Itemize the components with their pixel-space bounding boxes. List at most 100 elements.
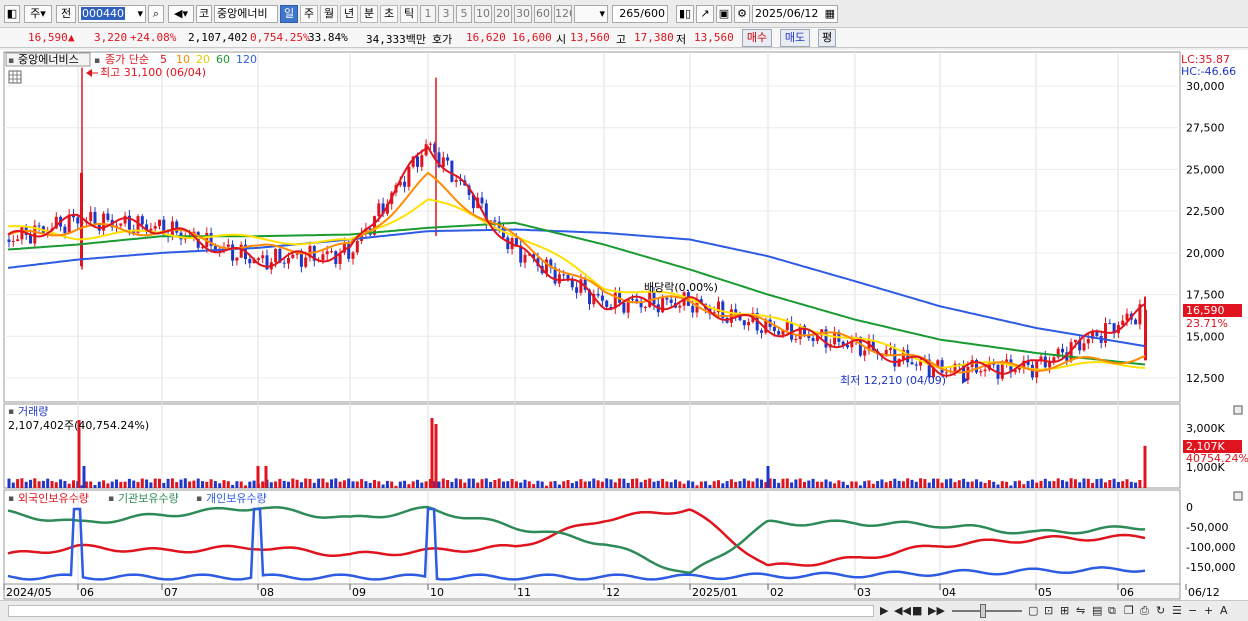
volume-bar xyxy=(1069,478,1073,488)
zoom-slider[interactable] xyxy=(952,610,1022,612)
interval-5[interactable]: 5 xyxy=(456,5,472,23)
holding-menu-icon[interactable]: ▪ xyxy=(8,494,14,504)
period-month[interactable]: 월 xyxy=(320,5,338,23)
config-icon[interactable]: ☰ xyxy=(1172,604,1182,618)
candle-body xyxy=(480,197,484,204)
buy-button[interactable]: 매수 xyxy=(742,29,772,47)
count-input[interactable]: 265/600 xyxy=(612,5,668,23)
candle-body xyxy=(351,252,355,259)
view-icon[interactable]: ▢ xyxy=(1028,604,1038,618)
zoom-reset-icon[interactable]: ⊡ xyxy=(1044,604,1053,618)
candle-body xyxy=(966,367,970,380)
gear-icon[interactable]: ⚙ xyxy=(734,5,750,23)
candle-body xyxy=(330,251,333,253)
interval-30[interactable]: 30 xyxy=(514,5,532,23)
stock-code-input[interactable]: 000440 ▾ xyxy=(78,5,146,23)
rewind-icon[interactable]: ◀◀ xyxy=(894,604,911,618)
volume-bar xyxy=(850,481,854,488)
zoom-slider-thumb[interactable] xyxy=(980,604,986,618)
window-menu-icon[interactable]: ◧ xyxy=(4,5,20,23)
copy-icon[interactable]: ❐ xyxy=(1124,604,1134,618)
panel-menu-icon[interactable]: ▪ xyxy=(8,56,14,66)
price-tick-label: 30,000 xyxy=(1186,80,1225,93)
volume-bar xyxy=(858,485,862,488)
refresh-icon[interactable]: ↻ xyxy=(1156,604,1165,618)
candle-body xyxy=(910,362,914,365)
split-icon[interactable]: ⇋ xyxy=(1076,604,1085,618)
period-year[interactable]: 년 xyxy=(340,5,358,23)
volume-spike-bar xyxy=(766,466,770,488)
scroll-right-icon[interactable]: ▶ xyxy=(880,604,888,618)
prev-stock-button[interactable]: 전 xyxy=(56,5,76,23)
interval-20[interactable]: 20 xyxy=(494,5,512,23)
volume-bar xyxy=(738,481,742,488)
chart-area[interactable]: 중앙에너비스 ▪ ▪ 종가 단순 5 10 20 60 120 최고 31,10… xyxy=(0,50,1248,600)
crosshair-icon[interactable]: ⊞ xyxy=(1060,604,1069,618)
period-minute[interactable]: 분 xyxy=(360,5,378,23)
search-icon[interactable]: ⌕ xyxy=(148,5,164,23)
sound-icon[interactable]: ◀▾ xyxy=(168,5,194,23)
period-tick[interactable]: 틱 xyxy=(400,5,418,23)
volume-bar xyxy=(833,483,837,488)
vol-tick-3000: 3,000K xyxy=(1186,422,1225,435)
volume-bar xyxy=(983,482,987,488)
candle-body xyxy=(235,257,239,261)
candle-body xyxy=(1108,323,1112,325)
restore-icon[interactable]: ⧉ xyxy=(1108,604,1116,618)
stock-name-field[interactable]: 중앙에너비 xyxy=(214,5,278,23)
draw-tool-icon[interactable]: ↗ xyxy=(696,5,714,23)
period-second[interactable]: 초 xyxy=(380,5,398,23)
candle-body xyxy=(742,320,746,326)
interval-60[interactable]: 60 xyxy=(534,5,552,23)
scroll-track[interactable] xyxy=(8,605,874,617)
volume-bar xyxy=(471,478,475,488)
volume-menu-icon[interactable]: ▪ xyxy=(8,407,14,417)
ma-menu-icon[interactable]: ▪ xyxy=(94,56,100,66)
interval-10[interactable]: 10 xyxy=(474,5,492,23)
candle-body xyxy=(226,244,230,247)
stop-icon[interactable]: ■ xyxy=(912,604,922,618)
low-price: 13,560 xyxy=(694,31,734,44)
volume-bar xyxy=(149,482,153,488)
volume-bar xyxy=(213,481,217,488)
holding-menu-icon-2[interactable]: ▪ xyxy=(108,494,114,504)
volume-bar xyxy=(158,478,161,488)
volume-bar xyxy=(944,479,948,488)
volume-spike-bar xyxy=(82,466,86,488)
zoom-out-icon[interactable]: − xyxy=(1188,604,1197,618)
candle-body xyxy=(441,157,445,168)
sell-button[interactable]: 매도 xyxy=(780,29,810,47)
holding-close-icon[interactable] xyxy=(1233,491,1243,501)
volume-bar xyxy=(33,478,37,488)
period-day[interactable]: 일 xyxy=(280,5,298,23)
market-select[interactable]: 주▾ xyxy=(24,5,52,23)
volume-bar xyxy=(923,479,927,488)
volume-info: 2,107,402주(40,754.24%) xyxy=(8,419,149,432)
volume-bar xyxy=(583,481,587,488)
candle-type-icon[interactable]: ▮▯ xyxy=(676,5,694,23)
interval-3[interactable]: 3 xyxy=(438,5,454,23)
volume-bar xyxy=(454,478,458,488)
interval-120[interactable]: 120 xyxy=(554,5,572,23)
code-button[interactable]: 코 xyxy=(196,5,212,23)
stock-chart[interactable]: 중앙에너비스 ▪ ▪ 종가 단순 5 10 20 60 120 최고 31,10… xyxy=(0,50,1248,600)
print-icon[interactable]: ⎙ xyxy=(1140,604,1149,618)
volume-bar xyxy=(523,479,527,488)
volume-bar xyxy=(115,479,118,488)
period-week[interactable]: 주 xyxy=(300,5,318,23)
interval-1[interactable]: 1 xyxy=(420,5,436,23)
fast-forward-icon[interactable]: ▶▶ xyxy=(928,604,945,618)
volume-bar xyxy=(29,479,32,488)
save-icon[interactable]: ▣ xyxy=(716,5,732,23)
volume-bar xyxy=(334,478,338,488)
font-size-icon[interactable]: A xyxy=(1220,604,1228,618)
holding-menu-icon-3[interactable]: ▪ xyxy=(196,494,202,504)
interval-custom-select[interactable]: ▾ xyxy=(574,5,608,23)
zoom-in-icon[interactable]: + xyxy=(1204,604,1213,618)
table-icon[interactable] xyxy=(8,70,22,84)
layout-icon[interactable]: ▤ xyxy=(1092,604,1102,618)
x-axis-label: 02 xyxy=(770,586,784,599)
eval-button[interactable]: 평 xyxy=(818,29,836,47)
date-input[interactable]: 2025/06/12 ▦ xyxy=(752,5,838,23)
volume-close-icon[interactable] xyxy=(1233,405,1243,415)
